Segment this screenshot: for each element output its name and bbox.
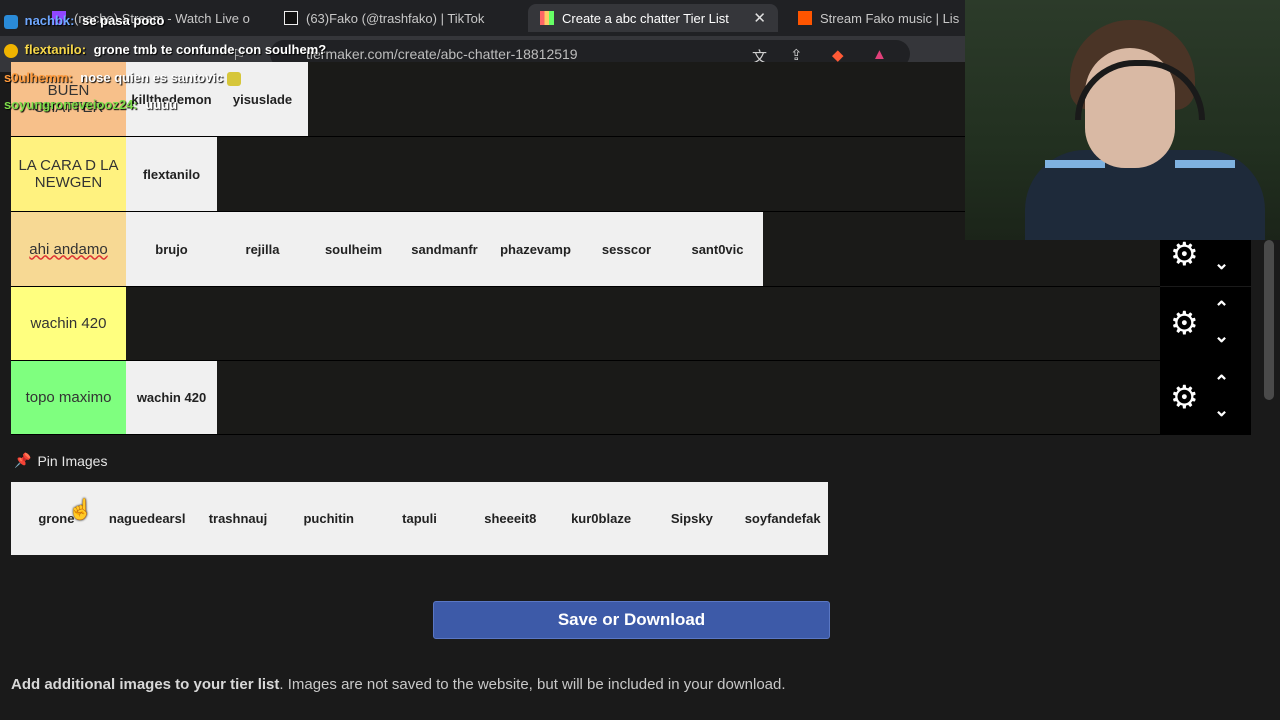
tier-items: brujo rejilla soulheim sandmanfr phazeva… [126, 212, 763, 286]
tier-item[interactable]: wachin 420 [126, 361, 217, 434]
bank-item[interactable]: puchitin [283, 482, 375, 555]
tier-items: flextanilo [126, 137, 217, 211]
tab-title: Stream Fako music | Lis [820, 10, 960, 26]
close-tab-icon[interactable]: ✕ [753, 9, 766, 27]
tab-title: (63)Fako (@trashfako) | TikTok [306, 10, 485, 26]
bank-item[interactable]: sheeeit8 [464, 482, 556, 555]
emote-icon [226, 71, 241, 86]
tier-items: wachin 420 [126, 361, 217, 434]
pin-label: Pin Images [37, 452, 108, 469]
tier-item[interactable]: soulheim [308, 212, 399, 286]
webcam-shirt-stripe [1175, 160, 1235, 168]
chevron-up-icon[interactable]: ⌃ [1214, 373, 1229, 391]
tier-item[interactable]: sant0vic [672, 212, 763, 286]
tier-row: wachin 420 [11, 287, 1160, 361]
bank-item[interactable]: trashnauj [192, 482, 284, 555]
chat-text: se pasa poco [82, 13, 165, 28]
soundcloud-icon [798, 11, 812, 25]
chat-user: soyungroneveiooz24: [4, 97, 138, 112]
tier-label[interactable]: topo maximo [11, 361, 126, 434]
chat-message: s0ulhemm: nose quien es santovic [4, 70, 244, 86]
tier-controls: ⚙ ⌄ [1160, 238, 1251, 286]
chat-user: nachbk: [24, 13, 75, 28]
tier-item[interactable]: rejilla [217, 212, 308, 286]
chat-user: s0ulhemm: [4, 70, 73, 85]
gear-icon[interactable]: ⚙ [1170, 307, 1199, 339]
tier-controls: ⚙ ⌃ ⌄ [1160, 361, 1251, 435]
tab-title: Create a abc chatter Tier List [562, 10, 729, 26]
scrollbar[interactable] [1264, 240, 1274, 400]
gear-icon[interactable]: ⚙ [1170, 381, 1199, 413]
chevron-down-icon[interactable]: ⌄ [1214, 254, 1229, 272]
tier-item[interactable]: sandmanfr [399, 212, 490, 286]
bank-item[interactable]: kur0blaze [555, 482, 647, 555]
tier-item[interactable]: phazevamp [490, 212, 581, 286]
add-images-text: Add additional images to your tier list.… [11, 676, 786, 693]
chat-message: soyungroneveiooz24: uuuu [4, 97, 177, 112]
tier-label[interactable]: ahi andamo [11, 212, 126, 286]
bank-item[interactable]: Sipsky [646, 482, 738, 555]
save-download-button[interactable]: Save or Download [433, 601, 830, 639]
tier-item[interactable]: brujo [126, 212, 217, 286]
bank-item[interactable]: soyfandefak [737, 482, 829, 555]
chat-message: nachbk: se pasa poco [4, 13, 164, 29]
tiermaker-icon [540, 11, 554, 25]
gear-icon[interactable]: ⚙ [1170, 238, 1199, 270]
webcam-shirt-stripe [1045, 160, 1105, 168]
bank-item[interactable]: naguedearsl [101, 482, 193, 555]
pin-images-header[interactable]: 📌 Pin Images [14, 452, 107, 469]
check-badge-icon [4, 14, 18, 29]
tier-label[interactable]: wachin 420 [11, 287, 126, 360]
chat-text: nose quien es santovic [80, 70, 224, 85]
chat-message: flextanilo: grone tmb te confunde con so… [4, 42, 326, 58]
tier-label[interactable]: LA CARA D LA NEWGEN [11, 137, 126, 211]
tier-item[interactable]: sesscor [581, 212, 672, 286]
hand-cursor-icon: ☝ [68, 499, 93, 521]
chat-text: grone tmb te confunde con soulhem? [93, 42, 327, 57]
chat-user: flextanilo: [24, 42, 87, 57]
chevron-up-icon[interactable]: ⌃ [1214, 299, 1229, 317]
tab-tiktok[interactable]: (63)Fako (@trashfako) | TikTok [272, 4, 512, 32]
add-images-title: Add additional images to your tier list [11, 676, 280, 693]
exclamation-badge-icon [4, 43, 18, 58]
tier-item[interactable]: flextanilo [126, 137, 217, 211]
image-bank: grone naguedearsl trashnauj puchitin tap… [11, 482, 829, 555]
bank-item[interactable]: tapuli [374, 482, 465, 555]
tier-row: topo maximo wachin 420 [11, 361, 1160, 435]
chevron-down-icon[interactable]: ⌄ [1214, 327, 1229, 345]
tier-controls: ⚙ ⌃ ⌄ [1160, 287, 1251, 361]
tiktok-icon [284, 11, 298, 25]
tab-tiermaker[interactable]: Create a abc chatter Tier List ✕ [528, 4, 778, 32]
brave-rewards-icon[interactable]: ▲ [872, 46, 887, 63]
chat-text: uuuu [145, 97, 178, 112]
add-images-note: . Images are not saved to the website, b… [279, 676, 786, 693]
pin-icon: 📌 [14, 452, 32, 468]
screen: (nacho) Stream - Watch Live on (63)Fako … [0, 0, 1280, 720]
chevron-down-icon[interactable]: ⌄ [1214, 401, 1229, 419]
tab-soundcloud[interactable]: Stream Fako music | Lis [786, 4, 966, 32]
webcam-overlay [965, 0, 1280, 240]
